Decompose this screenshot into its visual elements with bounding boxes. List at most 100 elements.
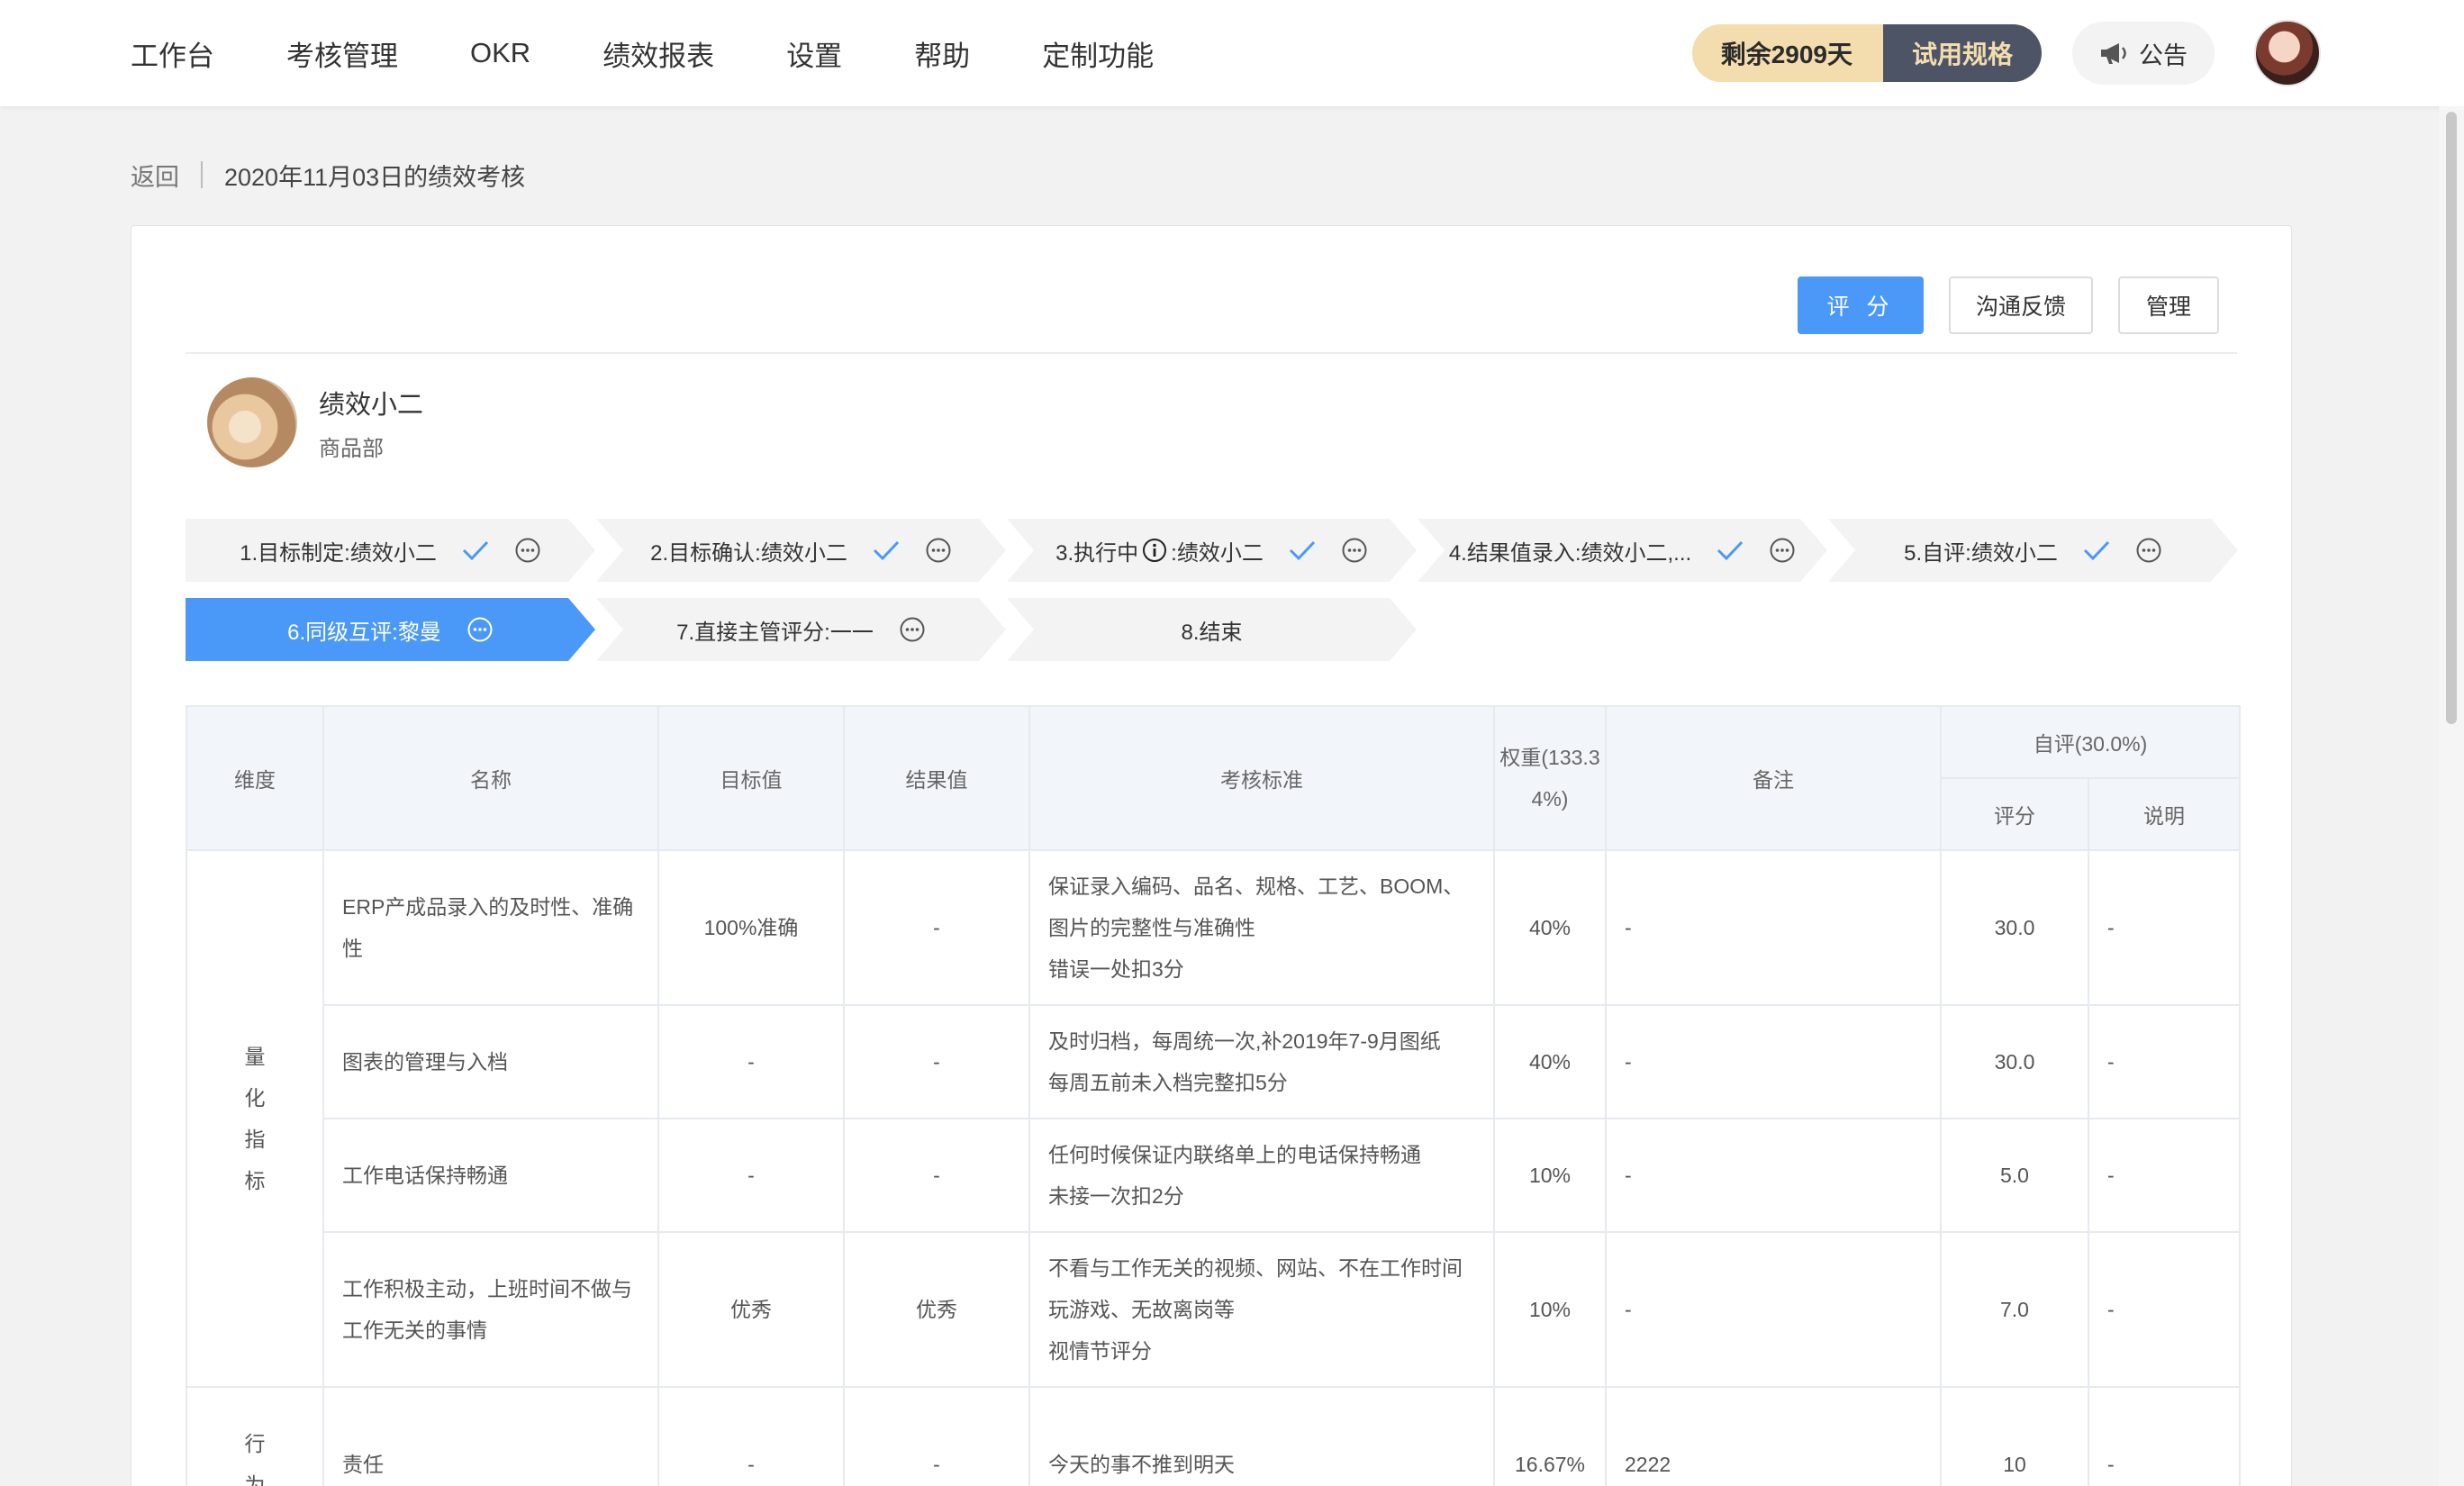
cell-score: 10: [1940, 1386, 2089, 1486]
cell-score: 30.0: [1940, 1004, 2089, 1119]
cell-result: -: [843, 1386, 1030, 1486]
check-icon: [1717, 539, 1744, 561]
dimension-label: 行为: [244, 1432, 266, 1486]
step-5[interactable]: 5.自评:绩效小二: [1828, 519, 2238, 582]
cell-standard: 不看与工作无关的视频、网站、不在工作时间玩游戏、无故离岗等 视情节评分: [1028, 1231, 1495, 1388]
more-icon[interactable]: [1769, 537, 1796, 564]
top-navbar: 工作台 考核管理 OKR 绩效报表 设置 帮助 定制功能 剩余2909天 试用规…: [0, 0, 2464, 106]
nav-custom[interactable]: 定制功能: [1042, 33, 1154, 74]
nav-help[interactable]: 帮助: [914, 33, 970, 74]
cell-name: ERP产成品录入的及时性、准确性: [322, 849, 659, 1006]
cell-name: 责任: [322, 1386, 659, 1486]
more-icon[interactable]: [899, 616, 926, 643]
step-7[interactable]: 7.直接主管评分:一一: [596, 598, 1006, 661]
table-row: 图表的管理与入档 - - 及时归档，每周统一次,补2019年7-9月图纸 每周五…: [186, 1004, 2242, 1119]
header-explain: 说明: [2087, 777, 2242, 851]
trial-badge[interactable]: 剩余2909天 试用规格: [1691, 24, 2042, 82]
cell-target: 优秀: [657, 1231, 845, 1388]
step-label: 8.结束: [1181, 620, 1243, 645]
step-3[interactable]: 3.执行中 :绩效小二: [1007, 519, 1417, 582]
cell-explain: -: [2087, 1118, 2242, 1233]
more-icon[interactable]: [2135, 537, 2162, 564]
header-dimension: 维度: [186, 705, 324, 851]
dimension-cell: 行为: [186, 1386, 324, 1486]
process-steps: 1.目标制定:绩效小二 2.目标确认:绩效小二 3.执行中 :绩效小二 4.结果…: [186, 519, 2239, 677]
nav-settings[interactable]: 设置: [786, 33, 842, 74]
cell-result: 优秀: [843, 1231, 1030, 1388]
breadcrumb-divider: [201, 161, 203, 188]
cell-name: 工作电话保持畅通: [322, 1118, 659, 1233]
card-divider: [186, 352, 2237, 354]
step-6[interactable]: 6.同级互评:黎曼: [186, 598, 595, 661]
score-button[interactable]: 评 分: [1798, 276, 1924, 334]
topbar-right: 剩余2909天 试用规格 公告: [1691, 0, 2464, 106]
nav-assessment[interactable]: 考核管理: [286, 33, 398, 74]
steps-row-1: 1.目标制定:绩效小二 2.目标确认:绩效小二 3.执行中 :绩效小二 4.结果…: [186, 519, 2239, 582]
manage-button[interactable]: 管理: [2118, 276, 2219, 334]
check-icon: [462, 539, 489, 561]
more-icon[interactable]: [1341, 537, 1368, 564]
cell-note: -: [1605, 1118, 1942, 1233]
nav-workbench[interactable]: 工作台: [131, 33, 214, 74]
main-nav: 工作台 考核管理 OKR 绩效报表 设置 帮助 定制功能: [131, 0, 1226, 106]
cell-result: -: [843, 1004, 1030, 1119]
more-icon[interactable]: [925, 537, 952, 564]
assessment-card: 评 分 沟通反馈 管理 绩效小二 商品部 1.目标制定:绩效小二 2.目标确认:…: [131, 225, 2292, 1486]
header-score: 评分: [1940, 777, 2089, 851]
step-8[interactable]: 8.结束: [1007, 598, 1417, 661]
trial-spec-link[interactable]: 试用规格: [1882, 24, 2042, 82]
more-icon[interactable]: [514, 537, 541, 564]
step-label: 4.结果值录入:绩效小二,...: [1448, 540, 1692, 566]
cell-target: -: [657, 1386, 845, 1486]
cell-explain: -: [2087, 1004, 2242, 1119]
cell-explain: -: [2087, 1231, 2242, 1388]
cell-standard: 任何时候保证内联络单上的电话保持畅通 未接一次扣2分: [1028, 1118, 1495, 1233]
cell-weight: 10%: [1493, 1231, 1607, 1388]
notice-button[interactable]: 公告: [2072, 22, 2215, 85]
cell-note: -: [1605, 1231, 1942, 1388]
cell-target: -: [657, 1004, 845, 1119]
employee-name: 绩效小二: [319, 390, 424, 420]
step-1[interactable]: 1.目标制定:绩效小二: [186, 519, 595, 582]
cell-score: 30.0: [1940, 849, 2089, 1006]
table-row: 行为 责任 - - 今天的事不推到明天 16.67% 2222 10 -: [186, 1386, 2242, 1486]
cell-weight: 40%: [1493, 849, 1607, 1006]
nav-reports[interactable]: 绩效报表: [602, 33, 714, 74]
cell-note: -: [1605, 849, 1942, 1006]
step-label: 1.目标制定:绩效小二: [240, 540, 437, 566]
header-note: 备注: [1605, 705, 1942, 851]
cell-score: 5.0: [1940, 1118, 2089, 1233]
action-buttons: 评 分 沟通反馈 管理: [1772, 276, 2219, 334]
scrollbar-thumb[interactable]: [2446, 112, 2457, 724]
info-icon[interactable]: [1142, 538, 1167, 563]
nav-okr[interactable]: OKR: [470, 37, 530, 69]
header-weight: 权重(133.34%): [1493, 705, 1607, 851]
more-icon[interactable]: [467, 616, 494, 643]
steps-row-2: 6.同级互评:黎曼 7.直接主管评分:一一 8.结束: [186, 598, 2239, 661]
employee-text: 绩效小二 商品部: [319, 384, 423, 462]
step-label: 2.目标确认:绩效小二: [650, 540, 847, 566]
step-label-post: :绩效小二: [1171, 540, 1264, 566]
breadcrumb: 返回 2020年11月03日的绩效考核: [131, 157, 525, 193]
back-link[interactable]: 返回: [131, 158, 179, 193]
user-avatar[interactable]: [2254, 20, 2321, 86]
step-label: 7.直接主管评分:一一: [676, 620, 874, 645]
check-icon: [873, 539, 900, 561]
header-standard: 考核标准: [1028, 705, 1495, 851]
step-4[interactable]: 4.结果值录入:绩效小二,...: [1418, 519, 1827, 582]
notice-label: 公告: [2139, 41, 2188, 69]
assessment-table: 维度 名称 目标值 结果值 考核标准 权重(133.34%) 备注 自评(30.…: [186, 705, 2242, 1486]
cell-score: 7.0: [1940, 1231, 2089, 1388]
cell-weight: 10%: [1493, 1118, 1607, 1233]
page-scrollbar[interactable]: [2439, 106, 2464, 1486]
feedback-button[interactable]: 沟通反馈: [1949, 276, 2093, 334]
step-2[interactable]: 2.目标确认:绩效小二: [596, 519, 1006, 582]
step-label: 5.自评:绩效小二: [1904, 540, 2058, 566]
trial-remaining: 剩余2909天: [1691, 24, 1883, 82]
step-label-pre: 3.执行中: [1055, 540, 1139, 566]
cell-name: 图表的管理与入档: [322, 1004, 659, 1119]
cell-result: -: [843, 1118, 1030, 1233]
header-name: 名称: [322, 705, 659, 851]
table-row: 工作电话保持畅通 - - 任何时候保证内联络单上的电话保持畅通 未接一次扣2分 …: [186, 1118, 2242, 1233]
megaphone-icon: [2101, 43, 2126, 64]
